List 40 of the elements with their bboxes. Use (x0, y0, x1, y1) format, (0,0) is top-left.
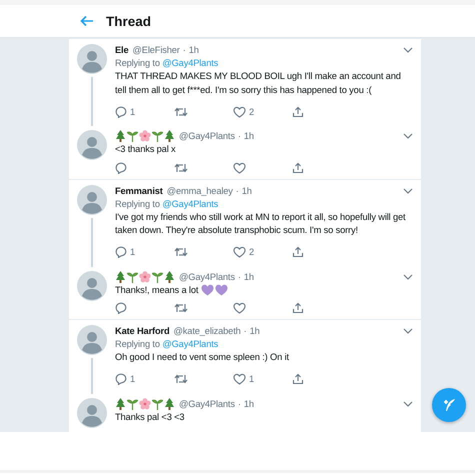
author-name: Femmanist (115, 186, 163, 196)
author-handle: @Gay4Plants (179, 131, 235, 141)
tweet-time: 1h (242, 186, 252, 196)
tweet-time: 1h (244, 131, 254, 141)
tweet-text: Thanks pal <3 <3 (115, 410, 184, 424)
separator-dot: · (182, 45, 186, 55)
author-handle: @EleFisher (132, 45, 180, 55)
tweet-text: I've got my friends who still work at MN to report it all, so hopefully will get taken down. They're absolute transphobic scum. I'm so sorry! (115, 210, 406, 237)
mention-link[interactable]: @Gay4Plants (162, 58, 218, 68)
mention-link[interactable]: @Gay4Plants (162, 339, 218, 349)
mention-link[interactable]: @Gay4Plants (162, 198, 218, 208)
like-button[interactable]: 2 (233, 106, 292, 118)
separator-dot: · (238, 131, 241, 141)
author-handle: @kate_elizabeth (174, 326, 241, 336)
replying-label: Replying to (115, 198, 160, 208)
author-handle: @Gay4Plants (179, 398, 235, 408)
like-button[interactable]: 2 (233, 246, 292, 258)
author-handle: @emma_healey (166, 186, 233, 196)
like-button[interactable]: 1 (233, 373, 292, 385)
tweet-time: 1h (188, 45, 199, 55)
reply-button[interactable]: 1 (115, 373, 174, 385)
separator-dot: · (236, 186, 239, 196)
reply-button[interactable]: 1 (115, 246, 174, 258)
page-title: Thread (106, 14, 152, 28)
author-name: Ele (115, 45, 129, 55)
author-handle: @Gay4Plants (179, 272, 235, 282)
replying-label: Replying to (115, 58, 160, 68)
tweet-time: 1h (250, 326, 260, 336)
tweet-text: <3 thanks pal x (115, 143, 176, 156)
tweet-time: 1h (244, 398, 254, 408)
author-name: Kate Harford (115, 326, 170, 336)
tweet-text: THAT THREAD MAKES MY BLOOD BOIL ugh I'll make an account and tell them all to get f***ed. I'm so sorry this has happened to you :( (115, 70, 402, 97)
separator-dot: · (244, 326, 247, 336)
replying-label: Replying to (115, 339, 160, 349)
separator-dot: · (238, 398, 241, 408)
tweet-time: 1h (244, 272, 254, 282)
tweet-text: Oh good I need to vent some spleen :) On it (115, 351, 289, 364)
tweet-text: Thanks!, means a lot (115, 284, 198, 296)
separator-dot: · (238, 272, 241, 282)
reply-button[interactable]: 1 (115, 106, 174, 118)
